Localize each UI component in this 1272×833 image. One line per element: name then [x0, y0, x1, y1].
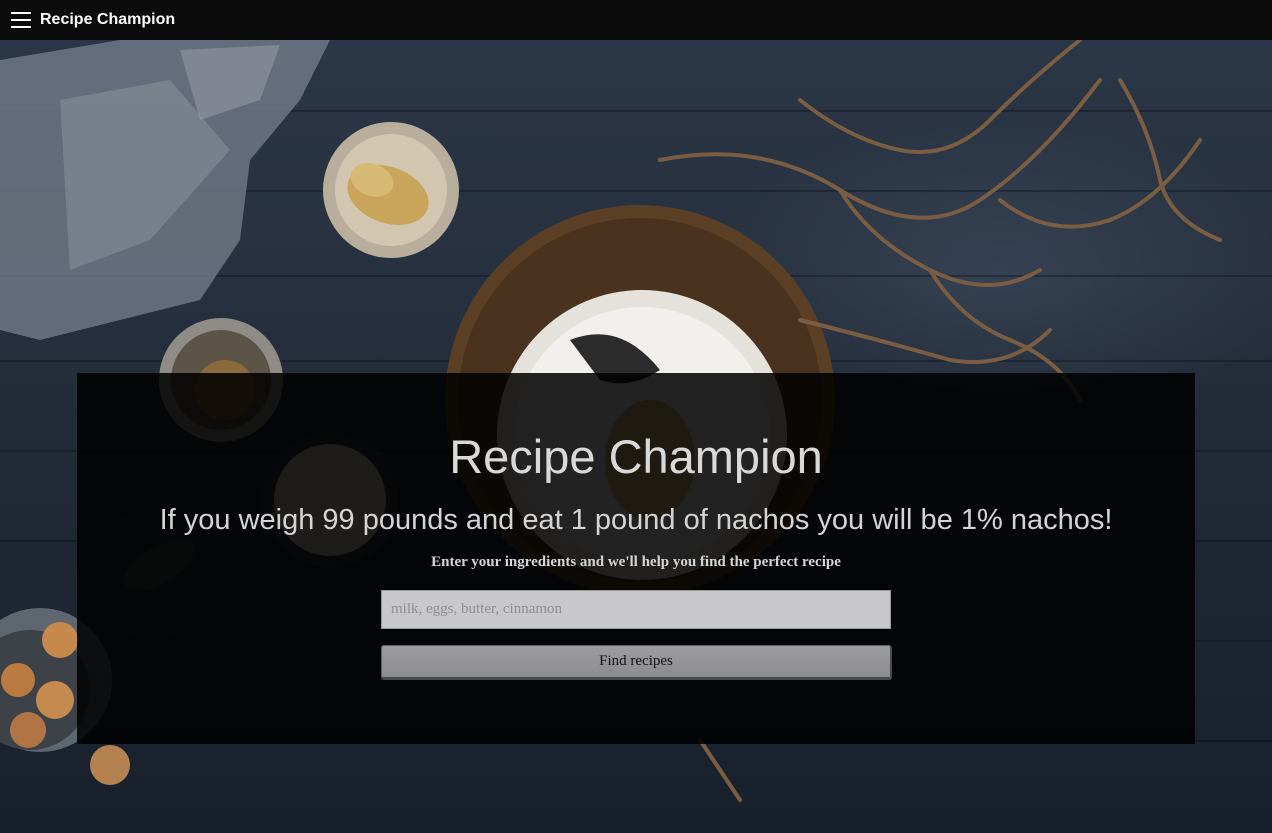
top-navbar: Recipe Champion — [0, 0, 1272, 40]
ingredients-search-input[interactable] — [381, 590, 891, 629]
find-recipes-button[interactable]: Find recipes — [381, 645, 892, 680]
hamburger-menu-icon[interactable] — [11, 12, 31, 28]
tagline: If you weigh 99 pounds and eat 1 pound o… — [159, 504, 1113, 536]
page-title: Recipe Champion — [449, 430, 823, 483]
brand-link[interactable]: Recipe Champion — [40, 11, 175, 29]
search-instructions: Enter your ingredients and we'll help yo… — [431, 554, 841, 570]
